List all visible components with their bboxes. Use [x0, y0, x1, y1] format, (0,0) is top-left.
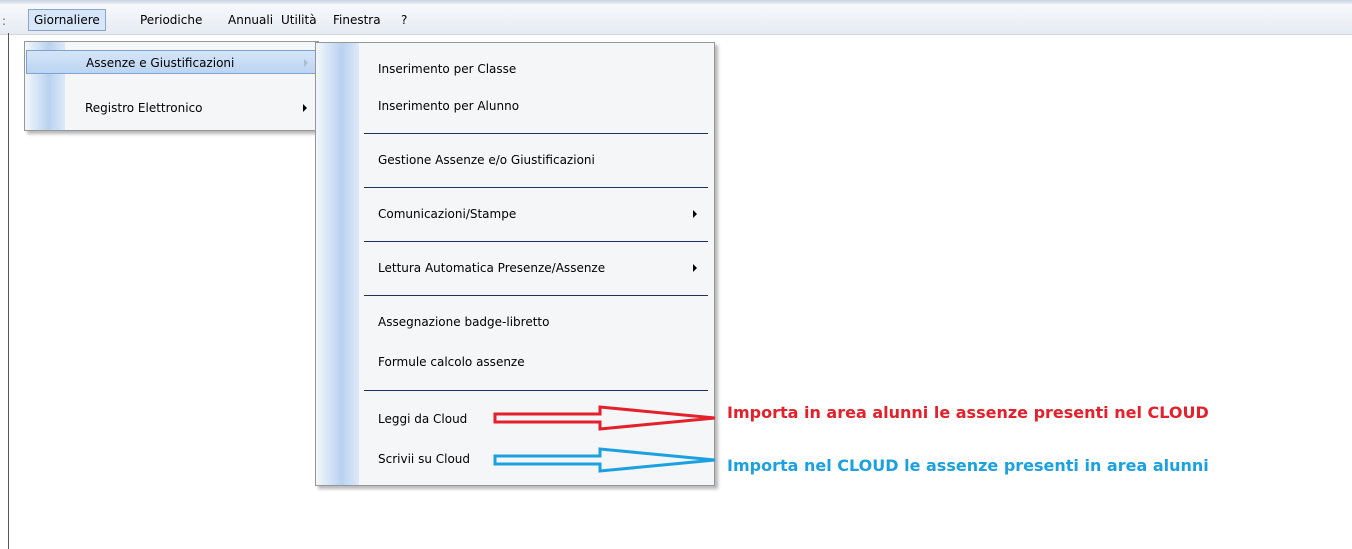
annotation-write-cloud: Importa nel CLOUD le assenze presenti in… [727, 456, 1209, 475]
annotation-read-cloud: Importa in area alunni le assenze presen… [727, 403, 1209, 422]
red-arrow-icon [493, 405, 716, 431]
blue-arrow-icon [493, 447, 716, 473]
